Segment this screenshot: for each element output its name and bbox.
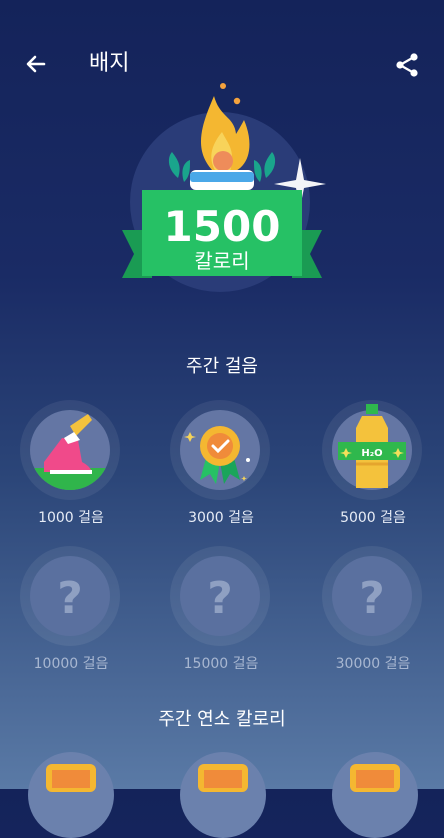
badge-calories-partial[interactable] (332, 752, 418, 838)
badge-label: 1000 걸음 (38, 510, 104, 526)
question-icon: ? (57, 573, 83, 624)
hero-unit: 칼로리 (194, 249, 250, 273)
page-title: 배지 (89, 51, 130, 76)
badge-steps-3000[interactable]: 3000 걸음 (166, 400, 276, 526)
badge-label: 30000 걸음 (335, 656, 411, 672)
trophy-icon (350, 764, 400, 792)
share-icon (396, 53, 418, 77)
badge-steps-15000-locked[interactable]: ? 15000 걸음 (166, 546, 276, 672)
question-icon: ? (207, 573, 233, 624)
section-title-weekly-steps: 주간 걸음 (186, 356, 258, 377)
badge-steps-1000[interactable]: 1000 걸음 (16, 400, 126, 526)
medal-icon (184, 426, 250, 484)
badge-label: 3000 걸음 (188, 510, 254, 526)
badge-calories-partial[interactable] (180, 752, 266, 838)
bottle-label: H₂O (361, 448, 382, 459)
back-button[interactable] (20, 48, 52, 80)
question-icon: ? (359, 573, 385, 624)
hero-badge: 1500 칼로리 (110, 82, 334, 302)
trophy-icon (46, 764, 96, 792)
trophy-icon (198, 764, 248, 792)
badge-calories-partial[interactable] (28, 752, 114, 838)
arrow-left-icon (26, 55, 46, 73)
badge-steps-30000-locked[interactable]: ? 30000 걸음 (318, 546, 428, 672)
badge-label: 5000 걸음 (340, 510, 406, 526)
badge-steps-5000[interactable]: H₂O 5000 걸음 (318, 400, 428, 526)
hero-value: 1500 (163, 202, 281, 251)
share-button[interactable] (390, 48, 424, 82)
section-title-weekly-calories: 주간 연소 칼로리 (158, 709, 286, 730)
water-bottle-icon: H₂O (338, 404, 406, 488)
badge-label: 15000 걸음 (183, 656, 259, 672)
badge-label: 10000 걸음 (33, 656, 109, 672)
badge-steps-10000-locked[interactable]: ? 10000 걸음 (16, 546, 126, 672)
sneaker-icon (30, 414, 110, 490)
